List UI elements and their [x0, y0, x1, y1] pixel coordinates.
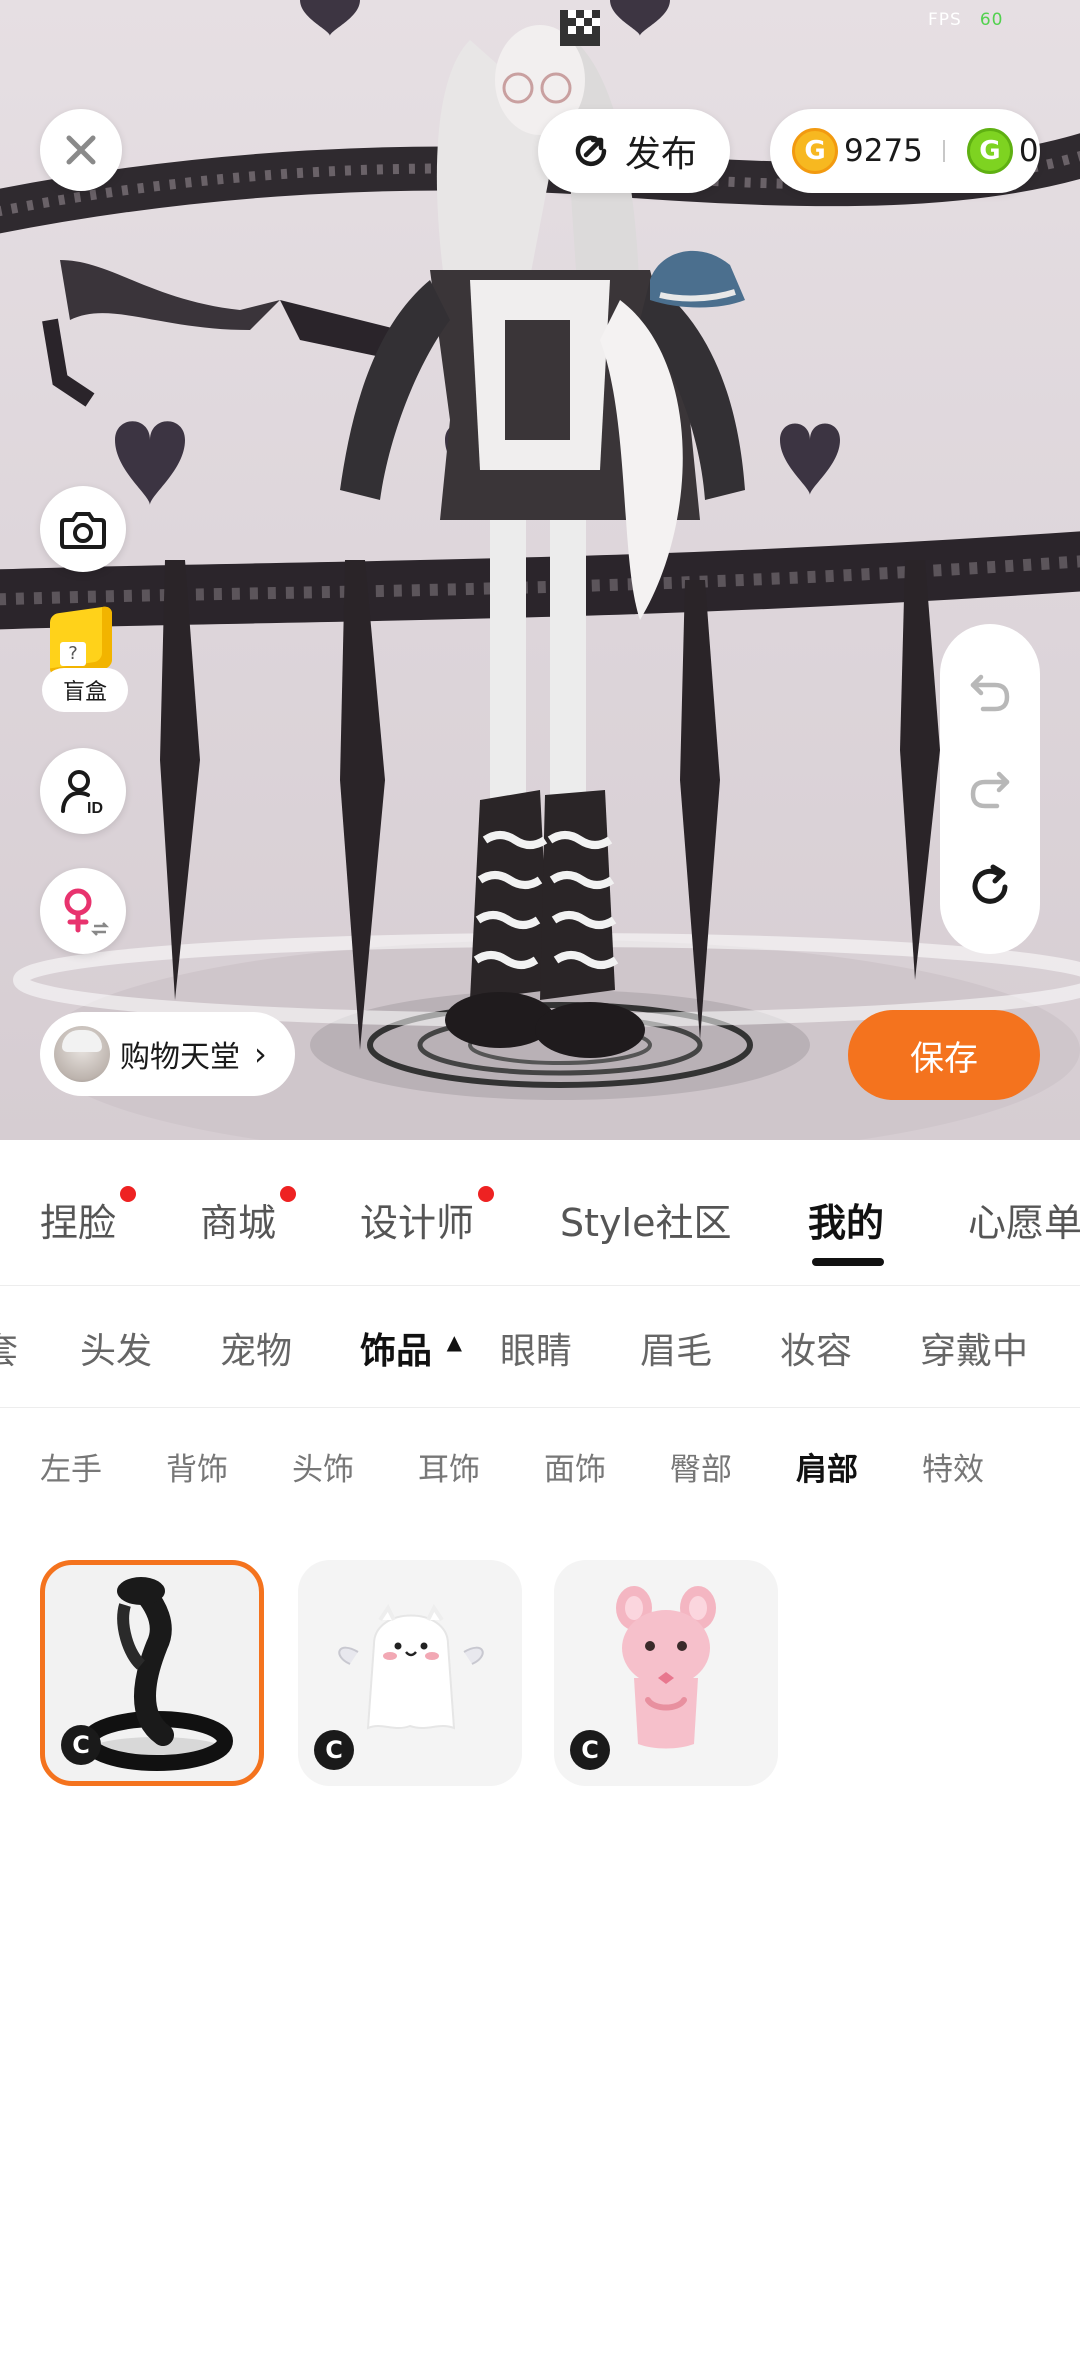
category-pet[interactable]: 宠物 [220, 1322, 292, 1374]
fps-counter: FPS 60 [928, 10, 1003, 30]
subcategory-hip[interactable]: 臀部 [670, 1444, 732, 1489]
currency-divider [942, 140, 945, 162]
item-card-pink-bunny[interactable]: C [554, 1560, 778, 1786]
shop-label: 购物天堂 [120, 1040, 240, 1075]
category-tabs: 套 头发 宠物 饰品 ▲ 眼睛 眉毛 妆容 穿戴中 [0, 1286, 1080, 1408]
c-badge-icon: C [61, 1725, 101, 1765]
blind-box-button[interactable]: ? 盲盒 [42, 605, 128, 712]
tab-style-community[interactable]: Style社区 [560, 1192, 731, 1247]
tab-label: Style社区 [560, 1201, 732, 1245]
tab-label: 捏脸 [40, 1201, 117, 1245]
close-button[interactable] [40, 109, 122, 191]
category-hair[interactable]: 头发 [80, 1322, 152, 1374]
save-button[interactable]: 保存 [848, 1010, 1040, 1100]
active-tab-indicator [812, 1258, 884, 1266]
tab-wishlist[interactable]: 心愿单 [968, 1192, 1080, 1247]
question-mark-icon: ? [60, 642, 86, 666]
category-label: 穿戴中 [920, 1331, 1029, 1372]
gold-coin-value: 9275 [844, 133, 923, 169]
history-controls [940, 624, 1040, 954]
publish-button[interactable]: 发布 [538, 109, 730, 193]
subcategory-tabs: 左手 背饰 头饰 耳饰 面饰 臀部 肩部 特效 [0, 1408, 1080, 1512]
subcategory-ear[interactable]: 耳饰 [418, 1444, 480, 1489]
notification-dot [120, 1186, 137, 1202]
category-label: 眉毛 [640, 1331, 713, 1372]
tab-label: 我的 [808, 1201, 885, 1245]
publish-label: 发布 [624, 134, 697, 175]
subcategory-effects[interactable]: 特效 [922, 1444, 984, 1489]
currency-balance[interactable]: G 9275 G 0 [770, 109, 1040, 193]
user-id-button[interactable]: ID [40, 748, 126, 834]
svg-text:ID: ID [87, 800, 103, 815]
avatar-editor-screen: FPS 60 发布 G 9275 G 0 ? 盲盒 ID 购物天堂 › 保存 捏… [0, 0, 1080, 2374]
notification-dot [280, 1186, 297, 1202]
category-wearing[interactable]: 穿戴中 [920, 1322, 1028, 1374]
category-label: 头发 [80, 1331, 153, 1372]
tab-label: 商城 [200, 1201, 277, 1245]
item-card-snake[interactable]: C [40, 1560, 264, 1786]
tab-mall[interactable]: 商城 [200, 1186, 297, 1247]
undo-icon[interactable] [967, 669, 1013, 715]
chevron-right-icon: › [254, 1035, 267, 1073]
category-accessories[interactable]: 饰品 ▲ [360, 1322, 462, 1374]
subcategory-head[interactable]: 头饰 [292, 1444, 354, 1489]
c-badge-icon: C [570, 1730, 610, 1770]
tab-designer[interactable]: 设计师 [360, 1186, 495, 1247]
fps-value: 60 [979, 10, 1004, 30]
category-label: 套 [0, 1331, 19, 1372]
category-label: 宠物 [220, 1331, 293, 1372]
user-id-icon: ID [61, 770, 103, 815]
caret-up-icon: ▲ [446, 1330, 463, 1354]
subcategory-back[interactable]: 背饰 [166, 1444, 228, 1489]
redo-icon[interactable] [967, 766, 1013, 812]
camera-button[interactable] [40, 486, 126, 572]
item-card-ghost[interactable]: C [298, 1560, 522, 1786]
avatar [54, 1026, 110, 1082]
green-coin-value: 0 [1018, 133, 1039, 169]
fps-label: FPS [928, 10, 962, 30]
tab-face[interactable]: 捏脸 [40, 1186, 137, 1247]
shopping-paradise-button[interactable]: 购物天堂 › [40, 1012, 295, 1096]
green-coin-icon: G [966, 128, 1013, 174]
close-icon [66, 135, 96, 165]
category-eyebrows[interactable]: 眉毛 [640, 1322, 712, 1374]
gender-switch-button[interactable] [40, 868, 126, 954]
publish-icon [575, 135, 607, 167]
camera-icon [60, 512, 106, 549]
category-label: 眼睛 [500, 1331, 573, 1372]
category-outfit[interactable]: 套 [0, 1322, 18, 1374]
tab-mine[interactable]: 我的 [808, 1192, 884, 1247]
subcategory-left-hand[interactable]: 左手 [40, 1444, 102, 1489]
subcategory-face[interactable]: 面饰 [544, 1444, 606, 1489]
gold-coin-icon: G [792, 128, 838, 174]
blind-box-label: 盲盒 [42, 668, 128, 712]
category-makeup[interactable]: 妆容 [780, 1322, 852, 1374]
tab-label: 心愿单 [968, 1201, 1080, 1245]
notification-dot [478, 1186, 495, 1202]
category-eyes[interactable]: 眼睛 [500, 1322, 572, 1374]
subcategory-shoulder[interactable]: 肩部 [796, 1444, 858, 1489]
avatar-3d-viewport[interactable]: FPS 60 发布 G 9275 G 0 ? 盲盒 ID 购物天堂 › 保存 [0, 0, 1080, 1140]
female-symbol-icon [64, 888, 110, 936]
reset-icon[interactable] [967, 863, 1013, 909]
category-label: 饰品 [360, 1331, 433, 1372]
main-tabs: 捏脸 商城 设计师 Style社区 我的 心愿单 [0, 1140, 1080, 1286]
wardrobe-panel: 捏脸 商城 设计师 Style社区 我的 心愿单 套 头发 宠物 饰品 ▲ 眼睛… [0, 1140, 1080, 2374]
category-label: 妆容 [780, 1331, 853, 1372]
tab-label: 设计师 [360, 1201, 475, 1245]
c-badge-icon: C [314, 1730, 354, 1770]
